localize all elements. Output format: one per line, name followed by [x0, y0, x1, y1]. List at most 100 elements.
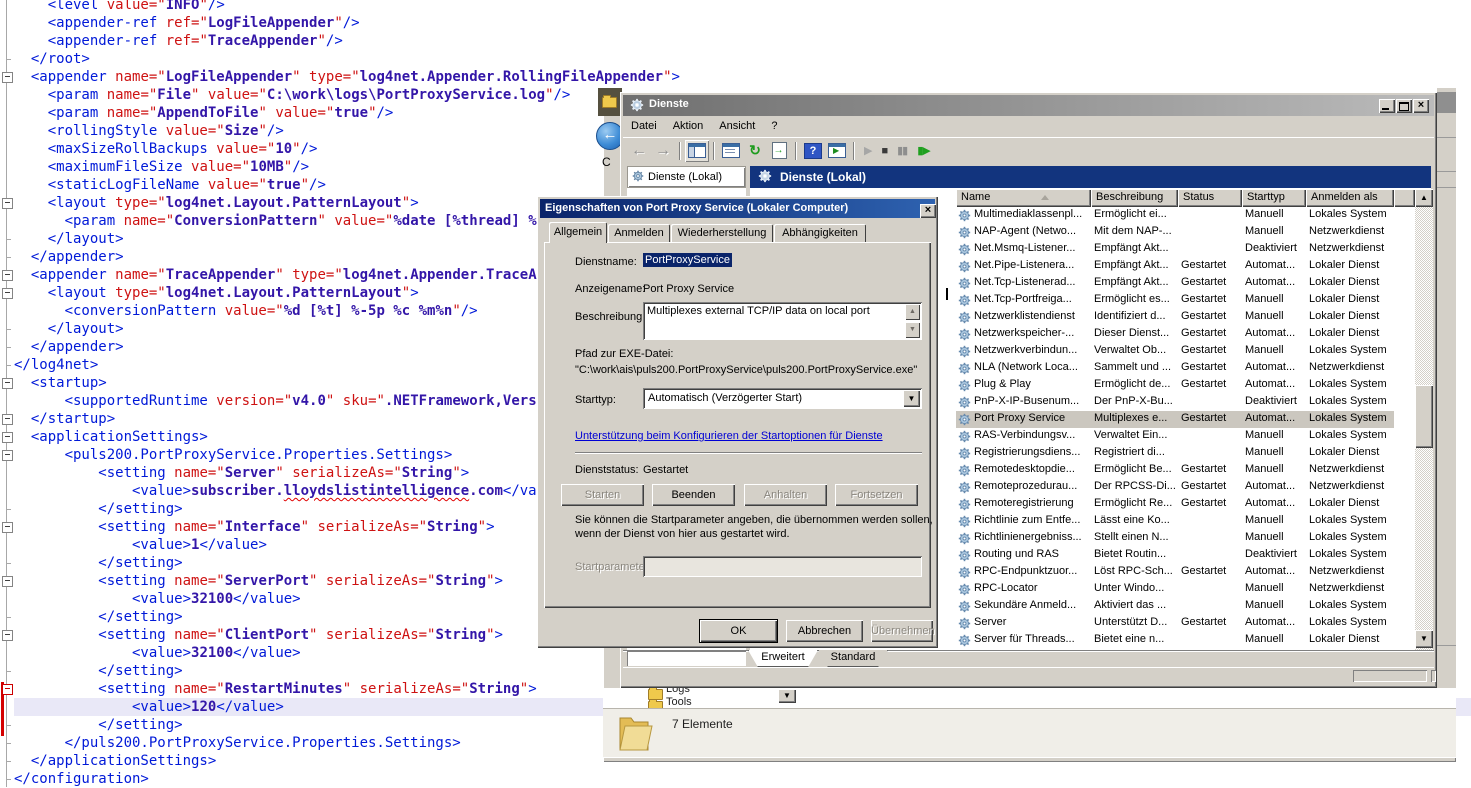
column-header-status[interactable]: Status [1178, 189, 1242, 207]
column-header-anmeldenals[interactable]: Anmelden als [1306, 189, 1394, 207]
dropdown-arrow-icon[interactable]: ▼ [778, 689, 796, 703]
console-tree-item-dienste-lokal[interactable]: Dienste (Lokal) [627, 166, 746, 188]
ok-button[interactable]: OK [700, 620, 777, 642]
code-line[interactable]: <level value="INFO"/> [14, 0, 1471, 14]
menu-item-aktion[interactable]: Aktion [665, 117, 712, 132]
service-row[interactable]: Net.Msmq-Listener...Empfängt Akt...Deakt… [956, 241, 1415, 258]
menu-item-ansicht[interactable]: Ansicht [711, 117, 763, 132]
pause-service-icon[interactable]: ▮▮ [892, 144, 912, 157]
close-icon[interactable]: × [920, 204, 936, 218]
startparameter-input[interactable] [643, 556, 922, 577]
service-row[interactable]: PnP-X-IP-Busenum...Der PnP-X-Bu...Deakti… [956, 394, 1415, 411]
fold-collapse-icon[interactable] [2, 630, 13, 641]
service-row[interactable]: Remoteprozedurau...Der RPCSS-Di...Gestar… [956, 479, 1415, 496]
service-row[interactable]: Plug & PlayErmöglicht de...GestartetAuto… [956, 377, 1415, 394]
fold-collapse-icon[interactable] [2, 378, 13, 389]
help-icon[interactable]: ? [801, 140, 825, 162]
code-line[interactable]: </root> [14, 50, 1471, 68]
service-row[interactable]: ServerUnterstützt D...GestartetAutomat..… [956, 615, 1415, 632]
fold-collapse-icon-changed[interactable] [2, 684, 13, 695]
back-icon[interactable]: ← [627, 142, 651, 160]
service-row[interactable]: RemoteregistrierungErmöglicht Re...Gesta… [956, 496, 1415, 513]
service-row[interactable]: NetzwerklistendienstIdentifiziert d...Ge… [956, 309, 1415, 326]
restart-service-icon[interactable]: ▮▶ [912, 144, 935, 157]
tab-wiederherstellung[interactable]: Wiederherstellung [671, 224, 773, 242]
export-list-icon[interactable] [767, 140, 791, 162]
tab-anmelden[interactable]: Anmelden [608, 224, 670, 242]
tab-erweitert[interactable]: Erweitert [748, 650, 818, 667]
tab-allgemein[interactable]: Allgemein [549, 222, 607, 244]
start-service-icon[interactable]: ▶ [859, 144, 876, 157]
code-line[interactable]: <appender-ref ref="LogFileAppender"/> [14, 14, 1471, 32]
scrollbar-thumb[interactable] [1415, 385, 1433, 448]
fold-collapse-icon[interactable] [2, 72, 13, 83]
service-row[interactable]: Richtlinie zum Entfe...Lässt eine Ko...M… [956, 513, 1415, 530]
service-row[interactable]: Richtlinienergebniss...Stellt einen N...… [956, 530, 1415, 547]
beenden-button[interactable]: Beenden [652, 484, 735, 506]
fold-collapse-icon[interactable] [2, 288, 13, 299]
uebernehmen-button[interactable]: Übernehmen [871, 620, 933, 642]
explorer-file-list[interactable] [603, 688, 1456, 708]
service-row[interactable]: RPC-Endpunktzuor...Löst RPC-Sch...Gestar… [956, 564, 1415, 581]
dienstname-value[interactable]: PortProxyService [643, 254, 732, 266]
menu-item-?[interactable]: ? [763, 117, 785, 132]
fold-collapse-icon[interactable] [2, 576, 13, 587]
fold-collapse-icon[interactable] [2, 198, 13, 209]
fold-collapse-icon[interactable] [2, 450, 13, 461]
show-console-tree-icon[interactable] [685, 140, 709, 162]
fold-collapse-icon[interactable] [2, 270, 13, 281]
service-row[interactable]: RPC-LocatorUnter Windo...ManuellNetzwerk… [956, 581, 1415, 598]
service-row[interactable]: Net.Tcp-Listenerad...Empfängt Akt...Gest… [956, 275, 1415, 292]
close-button[interactable]: × [1413, 99, 1429, 113]
stop-service-icon[interactable]: ■ [876, 145, 892, 157]
abbrechen-button[interactable]: Abbrechen [786, 620, 863, 642]
extended-view-icon[interactable] [825, 140, 849, 162]
minimize-button[interactable] [1379, 99, 1395, 113]
service-row[interactable]: Netzwerkverbindun...Verwaltet Ob...Gesta… [956, 343, 1415, 360]
anhalten-button[interactable]: Anhalten [744, 484, 827, 506]
services-titlebar[interactable]: Dienste × [623, 95, 1434, 116]
scroll-down-icon[interactable]: ▼ [905, 322, 920, 338]
starten-button[interactable]: Starten [561, 484, 644, 506]
scroll-up-icon[interactable]: ▲ [905, 304, 920, 320]
refresh-icon[interactable]: ↻ [743, 140, 767, 162]
editor-fold-gutter[interactable] [0, 0, 13, 787]
service-row[interactable]: Registrierungsdiens...Registriert di...M… [956, 445, 1415, 462]
startoptions-help-link[interactable]: Unterstützung beim Konfigurieren der Sta… [575, 430, 883, 442]
service-row[interactable]: Multimediaklassenpl...Ermöglicht ei...Ma… [956, 207, 1415, 224]
dialog-titlebar[interactable]: Eigenschaften von Port Proxy Service (Lo… [540, 199, 935, 218]
tab-standard[interactable]: Standard [818, 650, 888, 667]
fortsetzen-button[interactable]: Fortsetzen [835, 484, 918, 506]
scroll-down-icon[interactable]: ▼ [1415, 630, 1433, 648]
chevron-down-icon[interactable]: ▼ [903, 390, 920, 407]
code-line[interactable]: </configuration> [14, 770, 1471, 788]
service-row-selected[interactable]: Port Proxy ServiceMultiplexes e...Gestar… [956, 411, 1394, 428]
fold-collapse-icon[interactable] [2, 432, 13, 443]
code-line[interactable]: <appender-ref ref="TraceAppender"/> [14, 32, 1471, 50]
column-header-name[interactable]: Name [956, 189, 1091, 207]
folder-item-tools[interactable]: Tools [666, 696, 692, 708]
fold-collapse-icon[interactable] [2, 522, 13, 533]
tab-abhaengigkeiten[interactable]: Abhängigkeiten [774, 224, 866, 242]
code-line[interactable]: <appender name="LogFileAppender" type="l… [14, 68, 1471, 86]
service-row[interactable]: Net.Tcp-Portfreiga...Ermöglicht es...Ges… [956, 292, 1415, 309]
service-row[interactable]: Routing und RASBietet Routin...Deaktivie… [956, 547, 1415, 564]
menu-item-datei[interactable]: Datei [623, 117, 665, 132]
maximize-button[interactable] [1396, 99, 1412, 113]
scroll-up-icon[interactable]: ▲ [1415, 189, 1433, 207]
service-row[interactable]: NAP-Agent (Netwo...Mit dem NAP-...Manuel… [956, 224, 1415, 241]
starttyp-select[interactable]: Automatisch (Verzögerter Start) ▼ [643, 388, 922, 409]
service-row[interactable]: RAS-Verbindungsv...Verwaltet Ein...Manue… [956, 428, 1415, 445]
column-header-starttyp[interactable]: Starttyp [1242, 189, 1306, 207]
beschreibung-textbox[interactable]: Multiplexes external TCP/IP data on loca… [643, 302, 922, 340]
column-header-beschreibung[interactable]: Beschreibung [1091, 189, 1178, 207]
service-row[interactable]: Net.Pipe-Listenera...Empfängt Akt...Gest… [956, 258, 1415, 275]
properties-icon[interactable] [719, 140, 743, 162]
service-row[interactable]: Sekundäre Anmeld...Aktiviert das ...Manu… [956, 598, 1415, 615]
fold-collapse-icon[interactable] [2, 414, 13, 425]
service-row[interactable]: Server für Threads...Bietet eine n...Man… [956, 632, 1415, 649]
service-row[interactable]: Netzwerkspeicher-...Dieser Dienst...Gest… [956, 326, 1415, 343]
forward-icon[interactable]: → [651, 142, 675, 160]
service-row[interactable]: Remotedesktopdie...Ermöglicht Be...Gesta… [956, 462, 1415, 479]
service-row[interactable]: NLA (Network Loca...Sammelt und ...Gesta… [956, 360, 1415, 377]
